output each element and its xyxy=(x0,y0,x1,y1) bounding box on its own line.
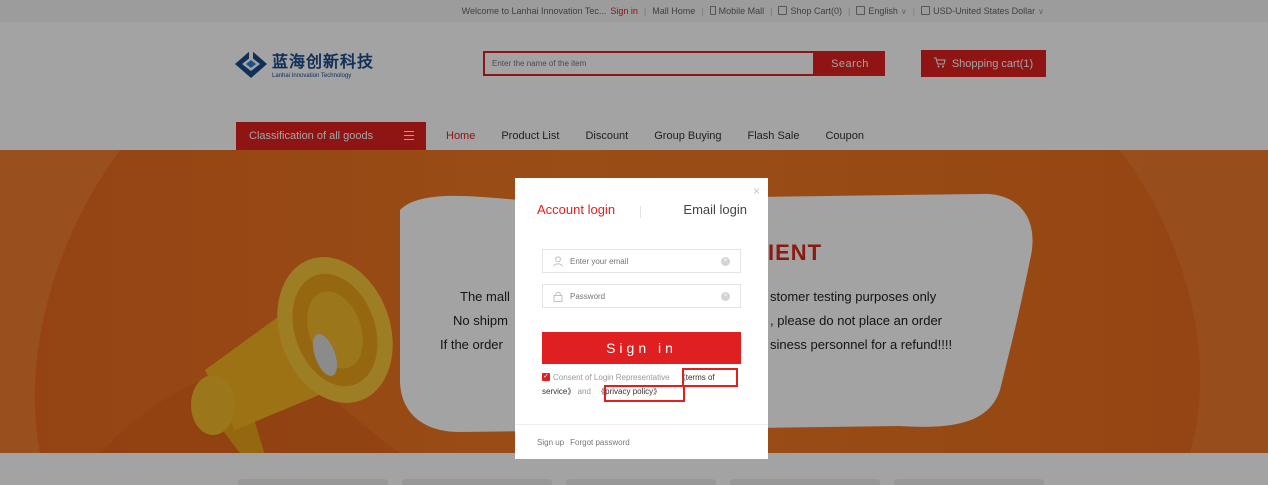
email-field: × xyxy=(542,249,741,273)
privacy-highlight-box xyxy=(604,385,685,402)
clear-email-icon[interactable]: × xyxy=(721,257,730,266)
forgot-password-link[interactable]: Forgot password xyxy=(570,438,630,447)
password-field: × xyxy=(542,284,741,308)
close-icon[interactable]: × xyxy=(753,184,760,198)
user-icon xyxy=(553,255,563,267)
consent-checkbox[interactable]: ✓ xyxy=(542,372,550,381)
consent-text: Consent of Login Representative xyxy=(553,373,670,382)
tab-email-login[interactable]: Email login xyxy=(683,202,747,217)
lock-icon xyxy=(553,291,563,302)
tab-divider xyxy=(640,206,641,218)
sign-up-link[interactable]: Sign up xyxy=(537,438,564,447)
password-input[interactable] xyxy=(570,291,710,301)
and-text: and xyxy=(577,387,591,396)
login-tabs: Account login Email login xyxy=(537,202,747,222)
clear-password-icon[interactable]: × xyxy=(721,292,730,301)
sign-in-button[interactable]: Sign in xyxy=(542,332,741,364)
login-modal: × Account login Email login × × Sign in … xyxy=(515,178,768,459)
modal-footer: Sign up Forgot password xyxy=(515,424,768,459)
email-input[interactable] xyxy=(570,256,710,266)
tab-account-login[interactable]: Account login xyxy=(537,202,615,217)
terms-highlight-box xyxy=(682,368,738,387)
